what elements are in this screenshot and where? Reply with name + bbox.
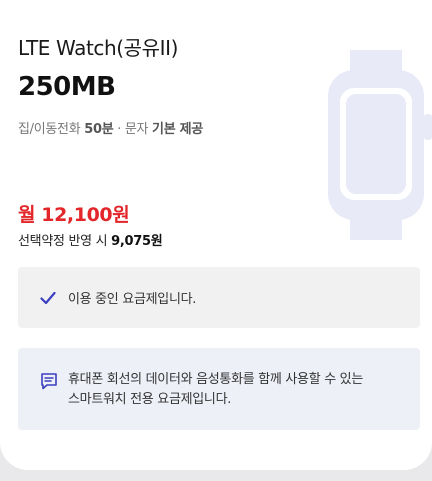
- contract-price-value: 9,075원: [111, 234, 163, 249]
- check-icon: [40, 291, 56, 305]
- plan-description: 집/이동전화 50분 · 문자 기본 제공: [18, 118, 203, 137]
- info-line-1: 휴대폰 회선의 데이터와 음성통화를 함께 사용할 수 있는: [68, 372, 364, 387]
- plan-name: LTE Watch(공유II): [18, 36, 179, 60]
- info-text: 휴대폰 회선의 데이터와 음성통화를 함께 사용할 수 있는 스마트워치 전용 …: [68, 370, 398, 410]
- info-box: 휴대폰 회선의 데이터와 음성통화를 함께 사용할 수 있는 스마트워치 전용 …: [18, 348, 420, 430]
- plan-desc-minutes: 50분: [84, 122, 114, 137]
- status-text: 이용 중인 요금제입니다.: [68, 292, 197, 307]
- plan-desc-prefix: 집/이동전화: [18, 122, 85, 137]
- monthly-price: 월 12,100원: [18, 204, 130, 226]
- plan-desc-sep: · 문자: [113, 122, 153, 137]
- contract-price-prefix: 선택약정 반영 시: [18, 234, 112, 249]
- info-line-2: 스마트워치 전용 요금제입니다.: [68, 392, 232, 407]
- message-icon: [40, 372, 58, 394]
- contract-price: 선택약정 반영 시 9,075원: [18, 230, 163, 249]
- plan-data-amount: 250MB: [18, 72, 116, 102]
- plan-desc-basic: 기본 제공: [152, 122, 203, 137]
- status-box: 이용 중인 요금제입니다.: [18, 267, 420, 328]
- smartwatch-icon: [320, 50, 432, 244]
